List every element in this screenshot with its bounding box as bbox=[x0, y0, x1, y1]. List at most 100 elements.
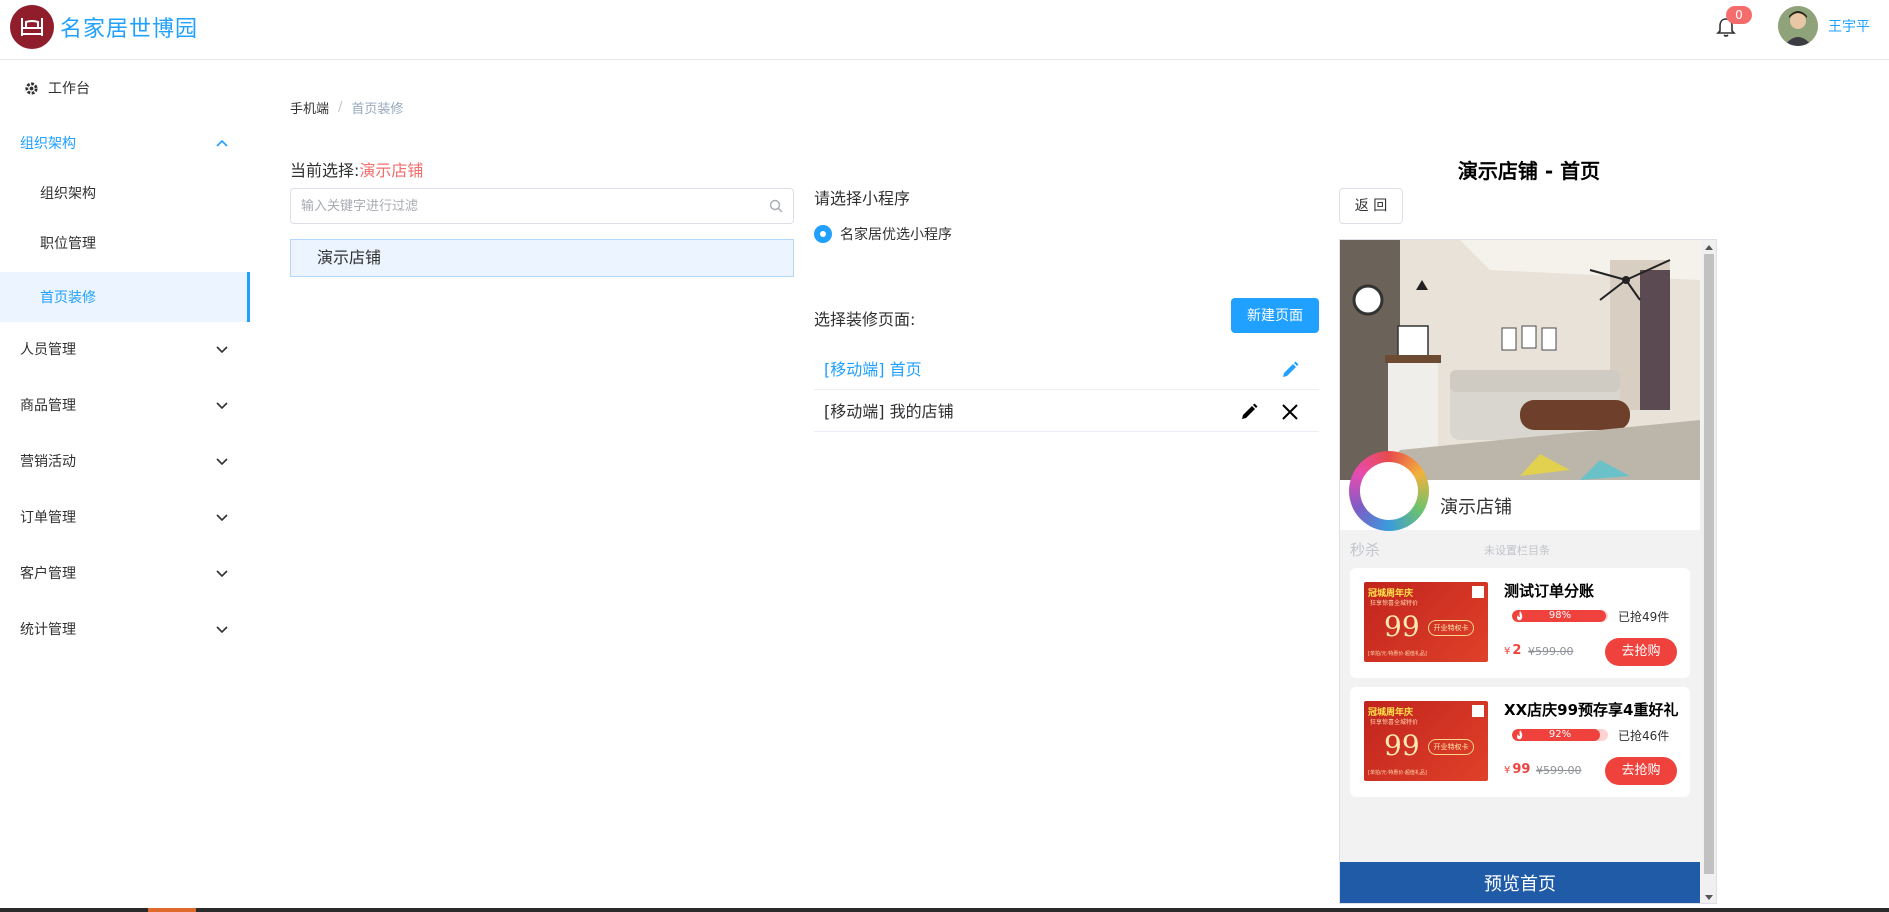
qr-code-icon bbox=[1472, 586, 1484, 598]
product-image-big: 99 bbox=[1384, 729, 1420, 762]
sales-progress-bar: 98% bbox=[1512, 610, 1608, 622]
logo[interactable]: 名家居世博园 bbox=[10, 5, 198, 49]
sidebar-item-statistics[interactable]: 统计管理 bbox=[0, 604, 250, 654]
sale-price-value: 99 bbox=[1512, 762, 1531, 777]
product-card[interactable]: 冠城周年庆 狂享惊喜全城特价 99 开业特权卡 [单拍/元·特惠价·超值礼品] … bbox=[1350, 568, 1690, 678]
store-filter-input[interactable] bbox=[291, 189, 793, 223]
user-name-link[interactable]: 王宇平 bbox=[1828, 16, 1870, 36]
notification-badge: 0 bbox=[1726, 6, 1752, 24]
back-button[interactable]: 返 回 bbox=[1339, 188, 1403, 224]
sidebar-item-position-management[interactable]: 职位管理 bbox=[0, 218, 250, 268]
sidebar-item-order-management[interactable]: 订单管理 bbox=[0, 492, 250, 542]
sidebar-item-label: 订单管理 bbox=[20, 510, 76, 526]
product-image-footer: [单拍/元·特惠价·超值礼品] bbox=[1368, 770, 1427, 776]
sales-progress-label: 98% bbox=[1548, 610, 1572, 621]
sidebar-item-label: 客户管理 bbox=[20, 566, 76, 582]
decoration-page-label[interactable]: [移动端] 首页 bbox=[824, 360, 922, 379]
sidebar-item-marketing[interactable]: 营销活动 bbox=[0, 436, 250, 486]
currency-symbol: ¥ bbox=[1504, 765, 1511, 776]
gear-icon bbox=[25, 81, 38, 95]
preview-title: 演示店铺 - 首页 bbox=[1457, 159, 1601, 183]
sold-count: 已抢46件 bbox=[1618, 729, 1670, 743]
sidebar-item-workbench[interactable]: 工作台 bbox=[0, 63, 250, 113]
chevron-down-icon bbox=[216, 458, 228, 466]
sidebar-item-label: 职位管理 bbox=[40, 236, 96, 252]
preview-store-name: 演示店铺 bbox=[1440, 497, 1512, 518]
sidebar-item-label: 营销活动 bbox=[20, 454, 76, 470]
sale-price: ¥99 bbox=[1504, 762, 1530, 777]
qr-code-icon bbox=[1472, 705, 1484, 717]
sidebar-item-label: 商品管理 bbox=[20, 398, 76, 414]
store-filter-field[interactable] bbox=[290, 188, 794, 224]
scrollbar-thumb[interactable] bbox=[1704, 254, 1714, 874]
scroll-up-icon[interactable] bbox=[1705, 245, 1713, 250]
decoration-page-row[interactable]: [移动端] 我的店铺 bbox=[814, 391, 1319, 432]
sale-price: ¥2 bbox=[1504, 643, 1521, 658]
mini-program-option-label: 名家居优选小程序 bbox=[840, 227, 952, 243]
product-name: XX店庆99预存享4重好礼 bbox=[1504, 701, 1679, 719]
sale-price-value: 2 bbox=[1512, 643, 1522, 658]
chevron-down-icon bbox=[216, 626, 228, 634]
avatar[interactable] bbox=[1778, 6, 1818, 46]
sidebar-item-staff-management[interactable]: 人员管理 bbox=[0, 324, 250, 374]
seckill-label: 秒杀 bbox=[1350, 541, 1381, 559]
banner-image bbox=[1340, 240, 1700, 480]
product-image-sub: 狂享惊喜全城特价 bbox=[1370, 719, 1419, 726]
breadcrumb-separator: / bbox=[338, 100, 343, 115]
seckill-subtitle: 未设置栏目条 bbox=[1484, 544, 1550, 557]
phone-preview: 演示店铺 秒杀 未设置栏目条 冠城周年庆 狂享惊喜全城特价 99 开业特权卡 [… bbox=[1339, 239, 1717, 904]
product-image: 冠城周年庆 狂享惊喜全城特价 99 开业特权卡 [单拍/元·特惠价·超值礼品] bbox=[1364, 701, 1488, 781]
buy-now-button[interactable]: 去抢购 bbox=[1605, 757, 1677, 785]
bed-icon bbox=[10, 5, 54, 49]
product-image: 冠城周年庆 狂享惊喜全城特价 99 开业特权卡 [单拍/元·特惠价·超值礼品] bbox=[1364, 582, 1488, 662]
sales-progress-label: 92% bbox=[1548, 729, 1572, 740]
sold-count: 已抢49件 bbox=[1618, 610, 1670, 624]
decoration-page-title: 选择装修页面: bbox=[814, 310, 916, 329]
sidebar-item-label: 人员管理 bbox=[20, 342, 76, 358]
current-selection-value: 演示店铺 bbox=[359, 161, 424, 180]
store-logo bbox=[1349, 451, 1429, 531]
pencil-icon[interactable] bbox=[1239, 402, 1259, 422]
chevron-up-icon bbox=[216, 139, 228, 147]
product-name: 测试订单分账 bbox=[1504, 582, 1595, 600]
sales-progress-bar: 92% bbox=[1512, 729, 1608, 741]
sidebar-item-label: 组织架构 bbox=[20, 136, 76, 152]
store-tree-item[interactable]: 演示店铺 bbox=[290, 239, 794, 277]
product-image-footer: [单拍/元·特惠价·超值礼品] bbox=[1368, 651, 1427, 657]
product-card[interactable]: 冠城周年庆 狂享惊喜全城特价 99 开业特权卡 [单拍/元·特惠价·超值礼品] … bbox=[1350, 687, 1690, 797]
sidebar-item-org-structure[interactable]: 组织架构 bbox=[0, 168, 250, 218]
search-icon bbox=[769, 199, 783, 213]
pencil-icon[interactable] bbox=[1280, 360, 1300, 380]
chevron-down-icon bbox=[216, 570, 228, 578]
sidebar-item-label: 统计管理 bbox=[20, 622, 76, 638]
original-price: ¥599.00 bbox=[1528, 645, 1574, 658]
sidebar-item-product-management[interactable]: 商品管理 bbox=[0, 380, 250, 430]
product-image-sub: 狂享惊喜全城特价 bbox=[1370, 600, 1419, 607]
breadcrumb-current: 首页装修 bbox=[351, 102, 404, 117]
current-selection: 当前选择:演示店铺 bbox=[290, 157, 423, 181]
mini-program-title: 请选择小程序 bbox=[814, 189, 911, 208]
sidebar-item-customer-management[interactable]: 客户管理 bbox=[0, 548, 250, 598]
mini-program-radio[interactable]: 名家居优选小程序 bbox=[814, 224, 952, 244]
preview-scrollbar[interactable] bbox=[1701, 240, 1716, 903]
sidebar: 工作台 组织架构 组织架构 职位管理 首页装修 人员管理 商品管理 营销活动 订… bbox=[0, 61, 250, 912]
buy-now-button[interactable]: 去抢购 bbox=[1605, 638, 1677, 666]
sidebar-item-homepage-decoration[interactable]: 首页装修 bbox=[0, 272, 250, 322]
taskbar-active-segment bbox=[148, 908, 196, 912]
product-image-big: 99 bbox=[1384, 610, 1420, 643]
sidebar-item-label: 工作台 bbox=[48, 81, 90, 97]
original-price: ¥599.00 bbox=[1536, 764, 1582, 777]
decoration-page-row[interactable]: [移动端] 首页 bbox=[814, 349, 1319, 390]
current-selection-label: 当前选择: bbox=[290, 161, 360, 180]
preview-homepage-button[interactable]: 预览首页 bbox=[1340, 862, 1700, 903]
decoration-page-label[interactable]: [移动端] 我的店铺 bbox=[824, 402, 954, 421]
new-page-button[interactable]: 新建页面 bbox=[1231, 298, 1319, 333]
scroll-down-icon[interactable] bbox=[1705, 895, 1713, 900]
radio-checked-icon[interactable] bbox=[814, 225, 832, 243]
close-icon[interactable] bbox=[1280, 402, 1300, 422]
product-image-pill: 开业特权卡 bbox=[1428, 739, 1474, 755]
sidebar-item-label: 组织架构 bbox=[40, 186, 96, 202]
taskbar-edge bbox=[0, 908, 1889, 912]
sidebar-item-org-structure-group[interactable]: 组织架构 bbox=[0, 118, 250, 168]
breadcrumb-root[interactable]: 手机端 bbox=[290, 98, 329, 117]
